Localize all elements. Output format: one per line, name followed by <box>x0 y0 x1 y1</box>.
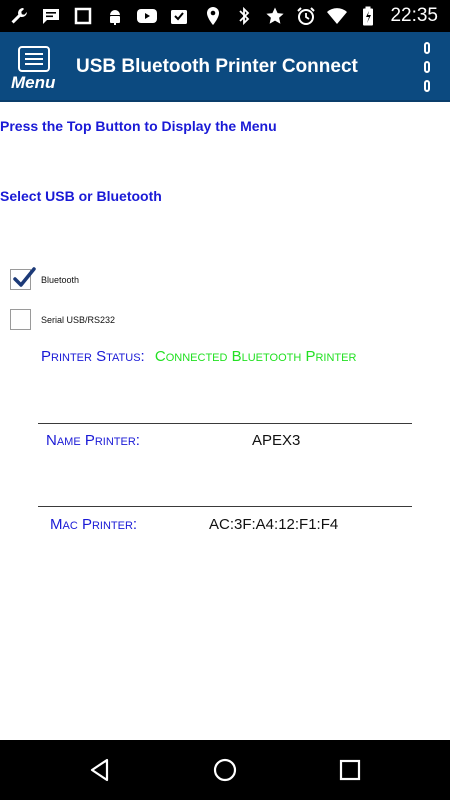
menu-hint-text: Press the Top Button to Display the Menu <box>0 118 277 134</box>
recents-button[interactable] <box>336 756 364 784</box>
bluetooth-option[interactable]: Bluetooth <box>10 267 80 290</box>
menu-label: Menu <box>11 73 56 92</box>
status-bar-time: 22:35 <box>390 5 438 26</box>
printer-status-label: Printer Status: <box>41 348 145 365</box>
status-bar-notifications <box>8 0 190 32</box>
menu-icon-bar <box>25 63 43 65</box>
back-button[interactable] <box>86 756 114 784</box>
app-bar: Menu USB Bluetooth Printer Connect <box>0 32 450 102</box>
overflow-menu-button[interactable] <box>420 42 434 92</box>
back-icon <box>90 758 109 782</box>
bluetooth-icon <box>233 5 255 27</box>
name-printer-label: Name Printer: <box>46 432 140 449</box>
mac-printer-label: Mac Printer: <box>50 516 138 533</box>
printer-status: Printer Status: Connected Bluetooth Prin… <box>41 348 356 365</box>
location-icon <box>202 5 224 27</box>
alarm-icon <box>295 5 317 27</box>
divider <box>38 506 412 507</box>
mac-printer-value: AC:3F:A4:12:F1:F4 <box>209 516 339 533</box>
star-icon <box>264 5 286 27</box>
serial-usb-option[interactable]: Serial USB/RS232 <box>10 309 115 330</box>
navigation-bar <box>0 740 450 800</box>
android-icon <box>104 5 126 27</box>
youtube-icon <box>136 5 158 27</box>
download-icon <box>168 5 190 27</box>
app-title: USB Bluetooth Printer Connect <box>76 56 358 77</box>
divider <box>38 423 412 424</box>
menu-icon-bar <box>25 58 43 60</box>
chat-icon <box>40 5 62 27</box>
select-connection-text: Select USB or Bluetooth <box>0 188 162 204</box>
serial-usb-label: Serial USB/RS232 <box>41 314 116 325</box>
battery-icon <box>357 5 379 27</box>
overflow-dot-icon <box>424 61 430 73</box>
status-bar: 22:35 <box>0 0 450 32</box>
square-icon <box>72 5 94 27</box>
overflow-dot-icon <box>424 42 430 54</box>
home-icon <box>213 758 237 782</box>
printer-status-value: Connected Bluetooth Printer <box>154 348 357 365</box>
menu-icon-bar <box>25 53 43 55</box>
wifi-icon <box>326 5 348 27</box>
serial-usb-checkbox[interactable] <box>10 309 31 330</box>
overflow-dot-icon <box>424 80 430 92</box>
menu-icon <box>18 46 50 72</box>
home-button[interactable] <box>211 756 239 784</box>
bluetooth-label: Bluetooth <box>41 274 80 285</box>
name-printer-value: APEX3 <box>252 432 301 449</box>
status-bar-system: 22:35 <box>202 0 438 32</box>
recents-icon <box>339 759 361 781</box>
bluetooth-checkbox[interactable] <box>10 267 36 290</box>
wrench-icon <box>8 5 30 27</box>
checkmark-icon <box>13 267 36 287</box>
menu-button[interactable]: Menu <box>10 42 62 96</box>
